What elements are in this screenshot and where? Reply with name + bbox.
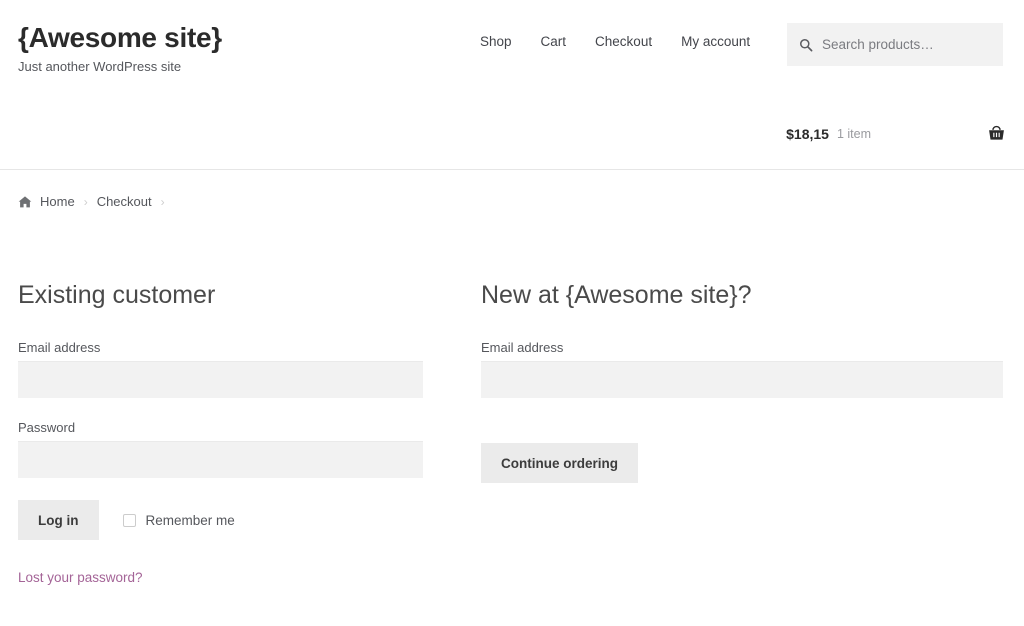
remember-me-label: Remember me [146, 513, 235, 528]
lost-password-link[interactable]: Lost your password? [18, 570, 143, 585]
breadcrumb: Home › Checkout › [18, 194, 174, 209]
new-email-field-group: Email address [481, 340, 1003, 398]
login-button[interactable]: Log in [18, 500, 99, 540]
breadcrumb-item-home[interactable]: Home [40, 194, 75, 209]
site-branding: {Awesome site} Just another WordPress si… [18, 22, 222, 75]
breadcrumb-separator: › [84, 196, 88, 208]
nav-item-my-account[interactable]: My account [681, 34, 750, 49]
site-tagline: Just another WordPress site [18, 59, 222, 75]
search-icon [799, 38, 813, 52]
breadcrumb-separator-trailing: › [161, 196, 165, 208]
nav-item-shop[interactable]: Shop [480, 34, 512, 49]
cart-item-count: 1 item [837, 127, 871, 141]
site-header: {Awesome site} Just another WordPress si… [0, 0, 1024, 170]
cart-summary[interactable]: $18,15 1 item [786, 124, 1006, 143]
product-search[interactable] [787, 23, 1003, 66]
login-actions-row: Log in Remember me [18, 500, 423, 540]
nav-item-checkout[interactable]: Checkout [595, 34, 652, 49]
continue-ordering-button[interactable]: Continue ordering [481, 443, 638, 483]
new-customer-section: New at {Awesome site}? Email address Con… [481, 280, 1003, 483]
site-title[interactable]: {Awesome site} [18, 22, 222, 54]
nav-item-cart[interactable]: Cart [541, 34, 567, 49]
breadcrumb-item-checkout[interactable]: Checkout [97, 194, 152, 209]
existing-customer-section: Existing customer Email address Password… [18, 280, 423, 587]
new-customer-heading: New at {Awesome site}? [481, 280, 1003, 310]
cart-total: $18,15 [786, 126, 829, 142]
existing-email-label: Email address [18, 340, 423, 355]
search-input[interactable] [822, 37, 991, 52]
basket-icon[interactable] [987, 124, 1006, 143]
existing-password-field-group: Password [18, 420, 423, 478]
remember-me-checkbox[interactable] [123, 514, 136, 527]
existing-email-field-group: Email address [18, 340, 423, 398]
remember-me-control[interactable]: Remember me [123, 513, 235, 528]
existing-email-input[interactable] [18, 361, 423, 398]
new-email-input[interactable] [481, 361, 1003, 398]
existing-customer-heading: Existing customer [18, 280, 423, 310]
home-icon[interactable] [18, 195, 32, 209]
existing-password-label: Password [18, 420, 423, 435]
existing-password-input[interactable] [18, 441, 423, 478]
primary-navigation: Shop Cart Checkout My account [480, 34, 750, 49]
new-email-label: Email address [481, 340, 1003, 355]
